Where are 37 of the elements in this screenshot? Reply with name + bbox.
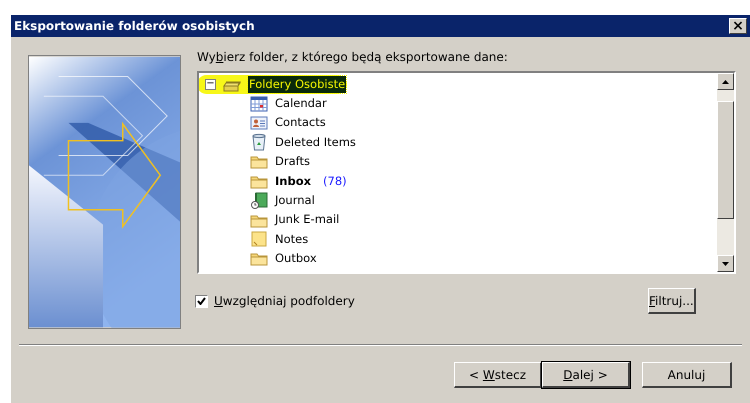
tree-item[interactable]: Drafts xyxy=(275,153,310,170)
folder-icon xyxy=(250,154,268,170)
scrollbar[interactable] xyxy=(717,73,734,272)
checkbox-label: Uwzględniaj podfoldery xyxy=(214,293,355,310)
up-arrow-icon xyxy=(722,80,729,84)
close-button[interactable]: × xyxy=(729,18,747,34)
tree-item[interactable]: Foldery Osobiste xyxy=(248,76,346,94)
tree-item[interactable]: Journal xyxy=(275,192,315,210)
tree-item[interactable]: Contacts xyxy=(275,114,326,132)
folder-prompt: Wybierz folder, z którego będą eksportowane dane: xyxy=(197,49,509,66)
folder-icon xyxy=(250,212,268,228)
scroll-up-button[interactable] xyxy=(717,73,734,90)
note-icon xyxy=(250,231,268,248)
contact-card-icon xyxy=(250,115,268,132)
tree-item[interactable]: Inbox xyxy=(275,172,312,190)
checkbox[interactable] xyxy=(195,294,208,308)
tree-item[interactable]: Deleted Items xyxy=(275,134,356,152)
nav-button[interactable]: < Wstecz xyxy=(454,362,542,388)
scroll-thumb[interactable] xyxy=(717,101,734,219)
folder-icon xyxy=(250,251,268,266)
collapse-toggle[interactable]: − xyxy=(205,79,216,90)
window-title: Eksportowanie folderów osobistych xyxy=(14,18,255,35)
calendar-icon xyxy=(250,96,268,112)
filter-button[interactable]: Filtruj... xyxy=(648,288,696,314)
tree-item[interactable]: Notes xyxy=(275,230,308,248)
check-icon xyxy=(197,297,206,305)
scroll-down-button[interactable] xyxy=(717,255,734,272)
unread-count: (78) xyxy=(323,172,347,190)
tree-item[interactable]: Calendar xyxy=(275,95,327,112)
trash-bin-icon xyxy=(251,133,267,152)
cancel-button[interactable]: Anuluj xyxy=(642,362,732,388)
journal-book-icon xyxy=(250,192,268,210)
nav-button[interactable]: Dalej > xyxy=(542,362,630,388)
down-arrow-icon xyxy=(722,262,729,266)
tree-item[interactable]: Junk E-mail xyxy=(275,211,340,229)
tree-item[interactable]: Outbox xyxy=(275,250,317,268)
folder-icon xyxy=(250,174,268,189)
